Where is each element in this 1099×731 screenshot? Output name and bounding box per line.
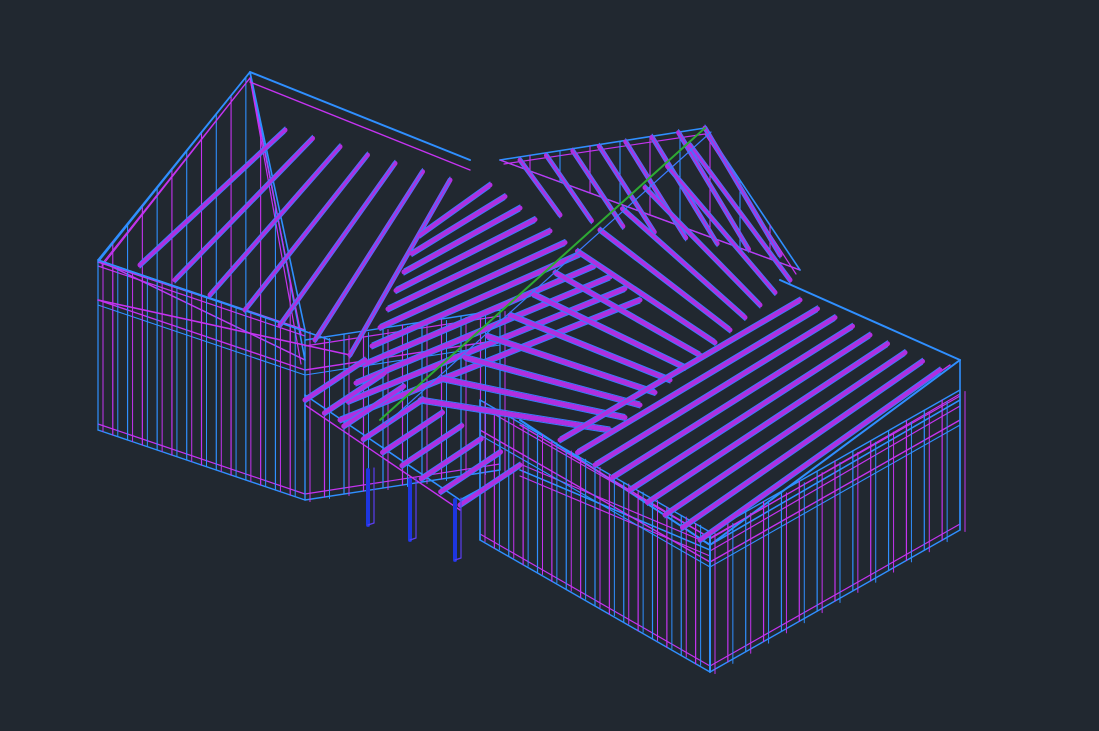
rafter-edge-top (612, 322, 853, 475)
rafter-edge-top (572, 147, 624, 224)
gable-rake-left-inner (101, 77, 251, 267)
cad-viewport[interactable] (0, 0, 1099, 731)
rafter-edge-top (594, 314, 836, 463)
rafter-edge-bottom (689, 147, 791, 284)
porch-rafter (360, 395, 426, 443)
right-roof-joist (662, 349, 908, 519)
left-wing-ridge-plate-inner (249, 81, 471, 171)
rafter-edge-top (664, 349, 906, 513)
porch-post (408, 477, 417, 542)
rafter-body (570, 148, 626, 229)
porch-rafter (380, 409, 445, 456)
left-wing-ridge-plate (249, 71, 471, 161)
center-roof-rafter (401, 204, 523, 276)
left-wing-rafter (137, 126, 288, 269)
rear-gable-rafter (543, 151, 594, 225)
right-roof-joist (680, 357, 925, 531)
roof-rafters (137, 124, 943, 544)
rafter-edge-top (459, 461, 521, 503)
house-frame-wireframe (97, 71, 966, 674)
gable-rake-left-inner (503, 133, 706, 165)
rafter-edge-top (704, 124, 781, 253)
left-wing-rafter (172, 134, 315, 284)
rafter-edge-top (419, 396, 611, 428)
right-roof-back-edge (779, 279, 961, 361)
porch-rafter (399, 422, 465, 470)
rafter-body (401, 205, 523, 275)
rafter-edge-top (682, 357, 923, 525)
ridge-rafter (440, 375, 628, 421)
rafter-edge-bottom (519, 162, 561, 219)
rafter-edge-bottom (139, 132, 286, 269)
rafter-body (697, 367, 943, 543)
right-roof-joist (697, 366, 943, 544)
rafter-body (440, 376, 628, 420)
center-roof-rafter (337, 296, 643, 424)
porch-post (366, 467, 375, 527)
rafter-edge-bottom (625, 144, 687, 242)
